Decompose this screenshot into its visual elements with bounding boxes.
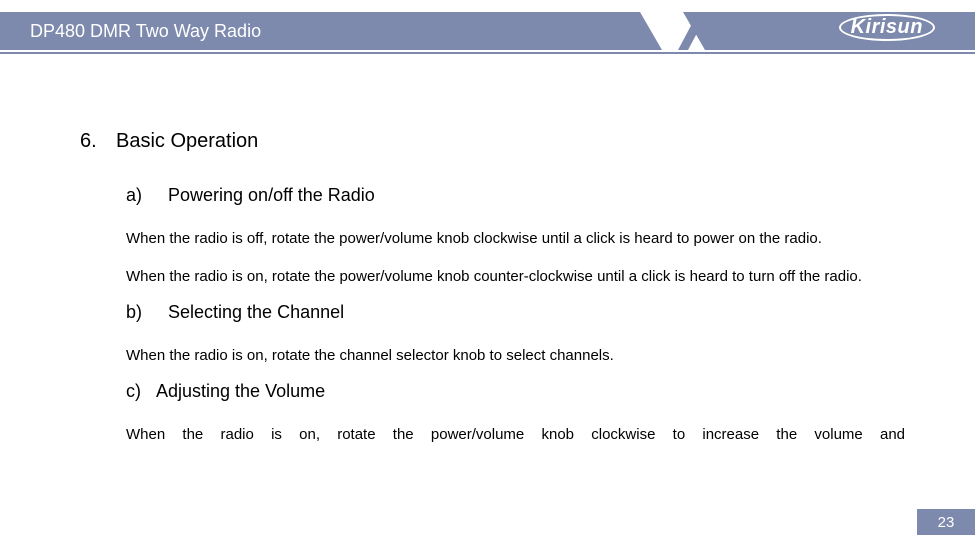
body-text: When the radio is on, rotate the power/v… <box>126 420 905 450</box>
section-heading: 6.Basic Operation <box>80 130 905 153</box>
body-text: When the radio is on, rotate the power/v… <box>126 262 905 292</box>
subsection-label: b) <box>126 302 168 323</box>
page-number-badge: 23 <box>917 509 975 535</box>
brand-logo-text: Kirisun <box>839 14 935 41</box>
section-number: 6. <box>80 130 116 153</box>
subsection-title: Adjusting the Volume <box>156 381 325 401</box>
body-text: When the radio is off, rotate the power/… <box>126 224 905 254</box>
header-title-bar: DP480 DMR Two Way Radio <box>0 12 640 50</box>
page-number: 23 <box>938 514 955 531</box>
section-title: Basic Operation <box>116 130 258 152</box>
subsection-label: a) <box>126 185 168 206</box>
subsection-heading-c: c)Adjusting the Volume <box>126 381 905 402</box>
body-text: When the radio is on, rotate the channel… <box>126 341 905 371</box>
brand-logo: Kirisun <box>839 14 935 41</box>
header-underline <box>0 52 975 54</box>
subsection-heading-b: b)Selecting the Channel <box>126 302 905 323</box>
subsection-label: c) <box>126 381 156 402</box>
document-title: DP480 DMR Two Way Radio <box>30 21 261 42</box>
page-content: 6.Basic Operation a)Powering on/off the … <box>0 60 975 450</box>
subsection-title: Powering on/off the Radio <box>168 185 375 205</box>
header-decoration <box>640 12 662 50</box>
header-decoration <box>683 12 705 50</box>
subsection-title: Selecting the Channel <box>168 302 344 322</box>
page-header: DP480 DMR Two Way Radio Kirisun <box>0 0 975 60</box>
subsection-heading-a: a)Powering on/off the Radio <box>126 185 905 206</box>
